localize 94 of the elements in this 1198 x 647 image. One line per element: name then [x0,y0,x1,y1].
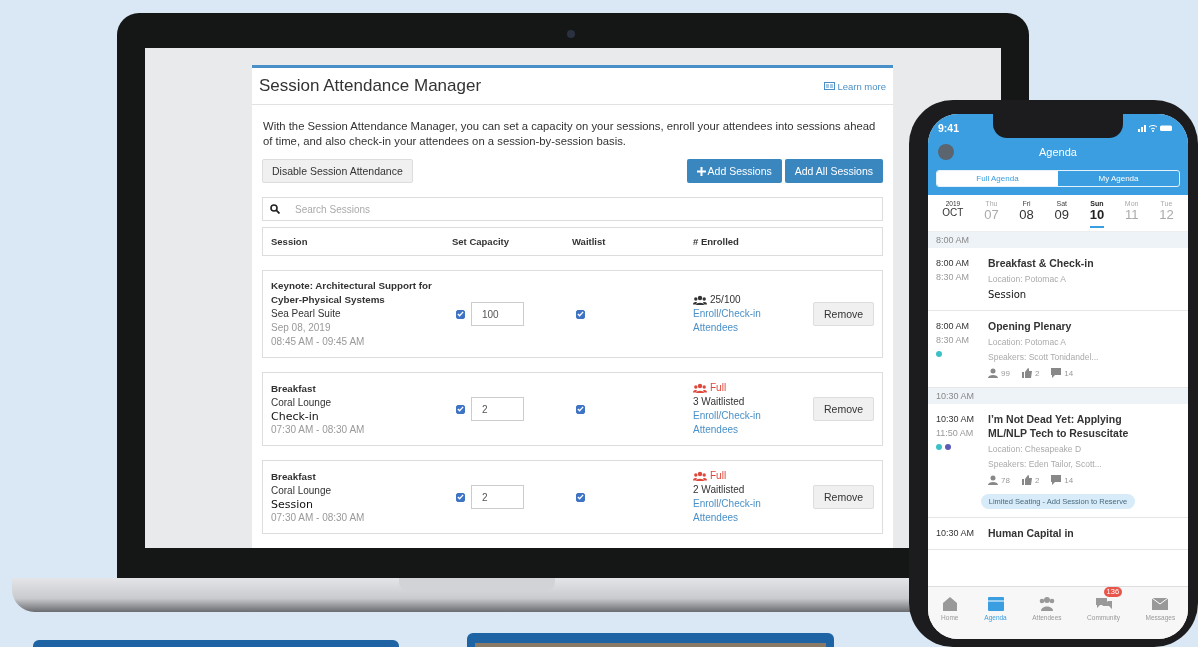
comment-icon [1051,368,1062,378]
section-header: 10:30 AM [928,388,1188,404]
location-text: Location: Potomac A [988,273,1067,285]
start-time: 10:30 AM [936,527,976,540]
stat-count: 78 [1001,475,1010,485]
location-text: Location: Chesapeake D [988,443,1083,455]
description-text: With the Session Attendance Manager, you can set a capacity on your sessions, enroll your attendees into sessions ahead of time, and also check-in your attendees on a session-by-session basis. [263,119,877,149]
enrolled-status: Full [710,381,727,395]
checkbox[interactable] [456,492,465,502]
calendar-icon [986,595,1005,612]
session-title: I’m Not Dead Yet: Applying ML/NLP Tech to Resuscitate [988,412,1130,440]
page-title: Session Attendance Manager [259,76,482,96]
comment-icon [1051,475,1062,485]
enrolled-status: 25/100 [710,293,741,307]
overlay-label: Check-in [271,409,320,423]
stat-count: 14 [1064,475,1074,485]
end-time: 8:30 AM [936,271,971,284]
stat-count: 99 [1001,368,1010,378]
search-icon [270,204,280,214]
waitlisted-count: 3 Waitlisted [693,395,746,409]
session-location: Coral Lounge [271,395,333,410]
overlay-label: Session [988,288,1028,301]
add-sessions-button[interactable]: Add Sessions [686,159,782,183]
mail-icon [1151,595,1170,612]
checkbox[interactable] [456,404,465,414]
session-time: 07:30 AM - 08:30 AM [271,422,366,437]
capacity-field[interactable]: 2 [471,397,524,421]
month-text: OCT [942,207,964,218]
session-time: 08:45 AM - 09:45 AM [271,335,366,349]
book-icon [824,82,836,90]
checkbox[interactable] [576,492,585,502]
section-header: 8:00 AM [928,232,1188,248]
session-title: Opening Plenary [988,319,1073,333]
column-header: Session [271,236,309,247]
learn-more-link[interactable]: Learn more [824,80,886,92]
agenda-item[interactable]: 10:30 AM 11:50 AM I’m Not Dead Yet: Applying ML/NLP Tech to Resuscitate Location: Chesapeake D Speakers: Eden Tailor, Scott... 78 2 14 [928,404,1188,494]
checkbox[interactable] [456,309,465,319]
enroll-link[interactable]: Enroll/Check-in Attendees [693,409,783,437]
people-icon [1037,595,1056,612]
session-location: Coral Lounge [271,483,333,498]
column-header: Set Capacity [452,236,511,247]
capacity-field[interactable]: 2 [471,485,524,509]
waitlisted-count: 2 Waitlisted [693,483,746,497]
session-date: Sep 08, 2019 [271,321,332,335]
remove-button[interactable]: Remove [813,302,875,326]
search-field[interactable]: Search Sessions [262,197,883,221]
plus-icon [696,166,706,176]
speakers-text: Speakers: Eden Tailor, Scott... [988,458,1103,470]
start-time: 8:00 AM [936,257,971,270]
speakers-text: Speakers: Scott Tonidandel... [988,351,1099,363]
session-time: 07:30 AM - 08:30 AM [271,510,366,525]
checkbox[interactable] [576,309,585,319]
remove-button[interactable]: Remove [813,485,875,509]
session-title: Breakfast & Check-in [988,256,1094,270]
thumbs-up-icon [1021,368,1032,378]
session-title: Human Capital in [988,526,1074,540]
person-icon [988,368,998,378]
checkbox[interactable] [576,404,585,414]
agenda-tab[interactable]: Full Agenda [937,171,1058,186]
start-time: 10:30 AM [936,413,976,426]
session-location: Sea Pearl Suite [271,307,342,321]
end-time: 11:50 AM [936,427,975,440]
status-icons [1138,124,1172,132]
remove-button[interactable]: Remove [813,397,875,421]
screen-title: Agenda [1038,146,1078,158]
capacity-field[interactable]: 100 [471,302,524,326]
group-icon [693,471,707,481]
stat-count: 14 [1064,368,1074,378]
column-header: # Enrolled [693,236,740,247]
house-icon [940,595,959,612]
thumbs-up-icon [1021,475,1032,485]
person-icon [988,475,998,485]
end-time: 8:30 AM [936,334,971,347]
agenda-item[interactable]: 10:30 AM Human Capital in [928,518,1188,550]
overlay-label: Session [271,497,314,511]
disable-button[interactable]: Disable Session Attendance [262,159,413,183]
group-icon [693,383,707,393]
enroll-link[interactable]: Enroll/Check-in Attendees [693,497,783,525]
session-title: Breakfast [271,469,317,484]
column-header: Waitlist [572,236,607,247]
agenda-item[interactable]: 8:00 AM 8:30 AM Breakfast & Check-in Location: Potomac A Session [928,248,1188,311]
enrolled-status: Full [710,469,727,483]
enroll-link[interactable]: Enroll/Check-in Attendees [693,307,783,335]
session-title: Keynote: Architectural Support for Cyber-Physical Systems [271,279,433,307]
start-time: 8:00 AM [936,320,971,333]
stat-count: 2 [1034,475,1040,485]
clock-text: 9:41 [938,122,959,134]
camera-icon [567,30,575,38]
stat-count: 2 [1034,368,1040,378]
add-all-button[interactable]: Add All Sessions [784,159,883,183]
group-icon [693,295,707,305]
agenda-tab[interactable]: My Agenda [1058,171,1179,186]
location-text: Location: Potomac A [988,336,1067,348]
session-title: Breakfast [271,381,317,396]
